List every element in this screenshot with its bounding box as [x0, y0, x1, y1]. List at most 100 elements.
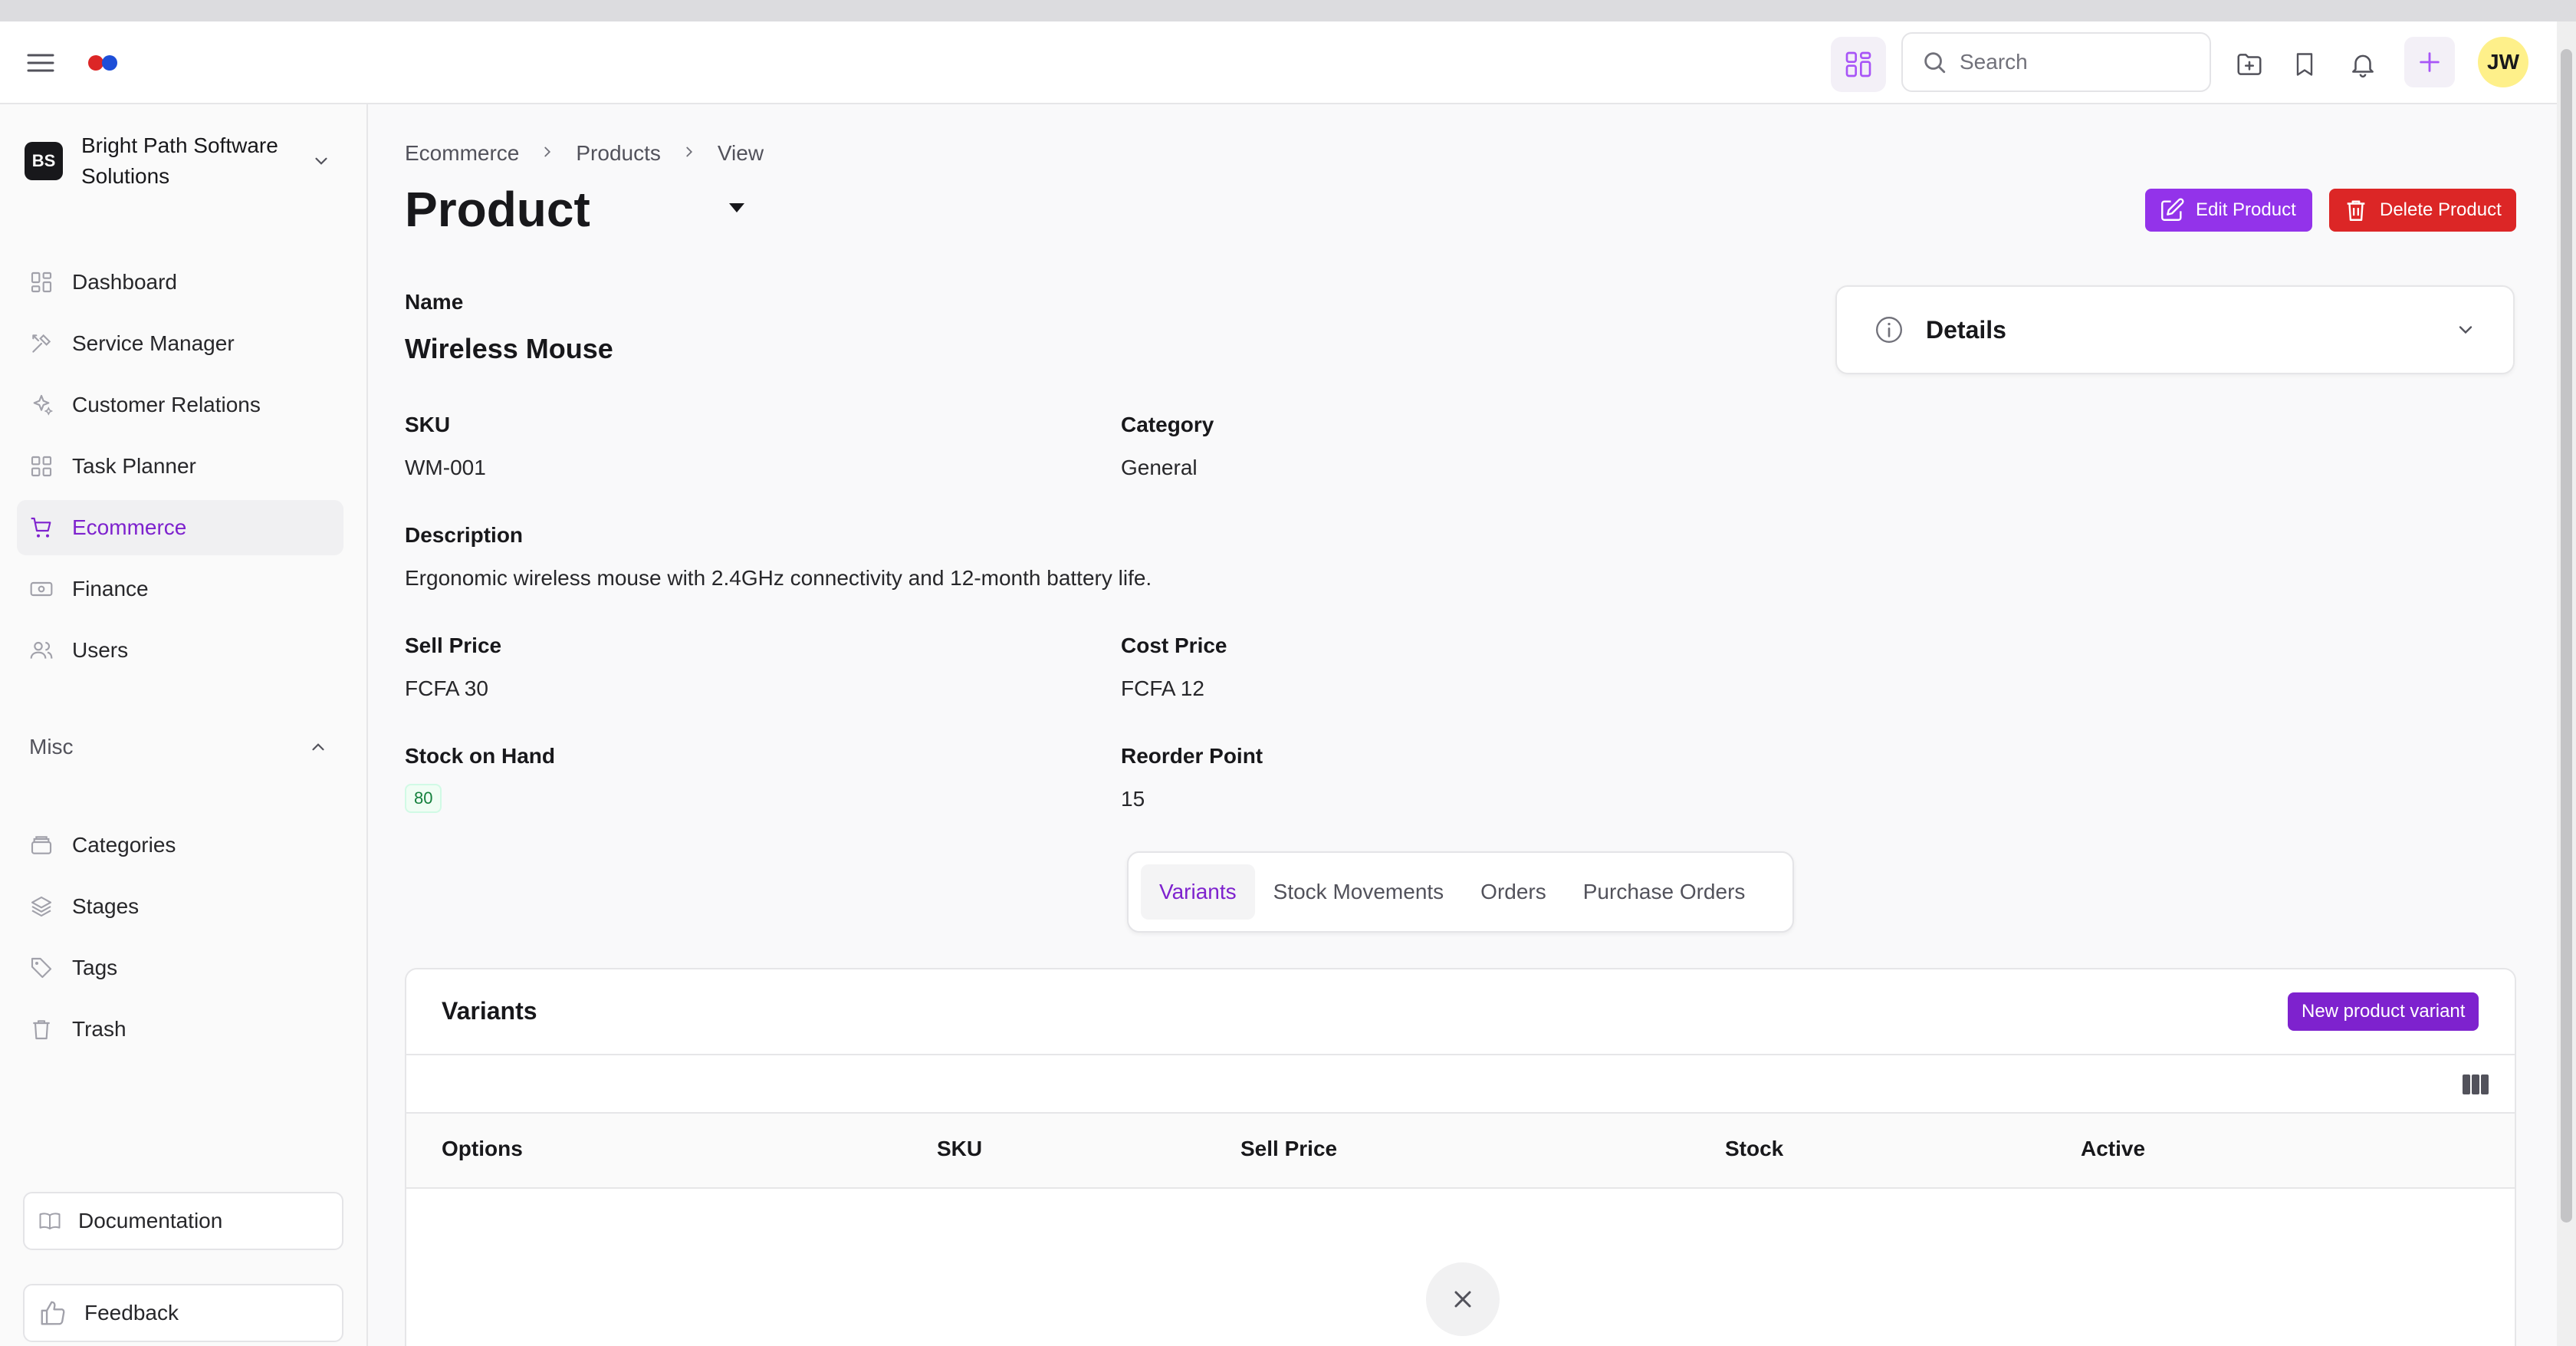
chevron-down-icon — [311, 151, 331, 171]
top-bar: Search JW — [0, 21, 2557, 104]
variants-panel-header: Variants New product variant — [406, 969, 2515, 1055]
sidebar-item-customer-relations[interactable]: Customer Relations — [17, 377, 343, 433]
product-tabs: Variants Stock Movements Orders Purchase… — [1127, 851, 1794, 933]
users-icon — [29, 638, 72, 663]
tab-purchase-orders[interactable]: Purchase Orders — [1565, 864, 1764, 920]
column-stock[interactable]: Stock — [1725, 1137, 1783, 1161]
sell-price-value: FCFA 30 — [405, 676, 488, 700]
category-label: Category — [1121, 413, 1214, 436]
info-icon — [1874, 314, 1904, 345]
sku-value: WM-001 — [405, 456, 486, 479]
misc-label: Misc — [29, 735, 74, 759]
sidebar-item-stages[interactable]: Stages — [17, 879, 343, 934]
sidebar-item-label: Service Manager — [72, 331, 235, 355]
sidebar-item-users[interactable]: Users — [17, 623, 343, 678]
breadcrumb-view: View — [717, 141, 764, 165]
sidebar-item-categories[interactable]: Categories — [17, 818, 343, 873]
variants-title: Variants — [442, 997, 537, 1025]
sidebar-item-trash[interactable]: Trash — [17, 1002, 343, 1057]
tools-icon — [29, 331, 72, 356]
search-placeholder: Search — [1960, 50, 2028, 74]
cost-price-value: FCFA 12 — [1121, 676, 1204, 700]
details-title: Details — [1926, 315, 2006, 344]
sidebar-item-service-manager[interactable]: Service Manager — [17, 316, 343, 371]
variants-table-header: Options SKU Sell Price Stock Active — [406, 1114, 2515, 1189]
column-sell-price[interactable]: Sell Price — [1240, 1137, 1337, 1161]
columns-icon[interactable] — [2461, 1072, 2490, 1097]
reorder-point-label: Reorder Point — [1121, 744, 1263, 768]
caret-down-icon[interactable] — [727, 201, 747, 219]
tag-icon — [29, 956, 72, 980]
sidebar-item-dashboard[interactable]: Dashboard — [17, 255, 343, 310]
search-input[interactable]: Search — [1901, 32, 2211, 92]
layers-icon — [29, 894, 72, 919]
search-icon — [1921, 49, 1947, 75]
tab-orders[interactable]: Orders — [1462, 864, 1565, 920]
category-value: General — [1121, 456, 1198, 479]
empty-state-close-icon — [1426, 1262, 1500, 1336]
edit-product-label: Edit Product — [2196, 199, 2296, 220]
main-content: Ecommerce Products View Product Edit Pro… — [370, 104, 2557, 1346]
delete-product-button[interactable]: Delete Product — [2329, 189, 2516, 232]
logo — [84, 49, 123, 77]
stock-on-hand-label: Stock on Hand — [405, 744, 556, 768]
misc-section-toggle[interactable]: Misc — [29, 735, 328, 759]
stock-badge: 80 — [405, 784, 442, 813]
chevron-right-icon — [681, 141, 698, 166]
documentation-label: Documentation — [78, 1209, 223, 1232]
plus-icon[interactable] — [2404, 37, 2455, 87]
breadcrumb-ecommerce[interactable]: Ecommerce — [405, 141, 519, 166]
avatar[interactable]: JW — [2478, 37, 2528, 87]
banknote-icon — [29, 577, 72, 601]
breadcrumb: Ecommerce Products View — [405, 141, 764, 166]
sku-label: SKU — [405, 413, 451, 436]
breadcrumb-products[interactable]: Products — [576, 141, 661, 166]
chevron-up-icon — [308, 737, 328, 757]
book-icon — [38, 1209, 78, 1232]
details-card[interactable]: Details — [1835, 285, 2515, 374]
description-value: Ergonomic wireless mouse with 2.4GHz con… — [405, 566, 1152, 590]
thumbs-up-icon — [38, 1298, 84, 1328]
description-label: Description — [405, 523, 524, 547]
edit-product-button[interactable]: Edit Product — [2145, 189, 2312, 232]
column-options[interactable]: Options — [442, 1137, 523, 1161]
archive-icon — [29, 833, 72, 857]
feedback-label: Feedback — [84, 1301, 179, 1325]
sidebar-item-label: Dashboard — [72, 270, 177, 294]
sidebar-item-label: Stages — [72, 894, 140, 918]
org-avatar: BS — [25, 142, 63, 180]
bell-icon[interactable] — [2344, 46, 2381, 83]
menu-icon[interactable] — [23, 49, 58, 77]
sidebar-item-label: Trash — [72, 1017, 127, 1041]
feedback-button[interactable]: Feedback — [23, 1284, 343, 1342]
apps-grid-icon[interactable] — [1831, 37, 1886, 92]
new-product-variant-button[interactable]: New product variant — [2288, 992, 2479, 1031]
reorder-point-value: 15 — [1121, 787, 1145, 811]
column-sku[interactable]: SKU — [937, 1137, 982, 1161]
documentation-button[interactable]: Documentation — [23, 1192, 343, 1250]
scrollbar-thumb[interactable] — [2561, 49, 2572, 1223]
trash-icon — [2343, 197, 2380, 223]
chevron-down-icon — [2455, 319, 2476, 341]
folder-add-icon[interactable] — [2231, 46, 2268, 83]
sidebar-item-finance[interactable]: Finance — [17, 561, 343, 617]
bookmark-icon[interactable] — [2286, 46, 2323, 83]
sidebar-item-label: Users — [72, 638, 129, 662]
sidebar: BS Bright Path Software Solutions Dashbo… — [0, 104, 368, 1346]
tab-variants[interactable]: Variants — [1141, 864, 1255, 920]
pencil-square-icon — [2159, 197, 2196, 223]
grid-icon — [29, 454, 72, 479]
variants-panel: Variants New product variant Options SKU… — [405, 968, 2516, 1346]
sell-price-label: Sell Price — [405, 634, 502, 657]
sidebar-item-label: Ecommerce — [72, 515, 187, 539]
sidebar-item-tags[interactable]: Tags — [17, 940, 343, 996]
variants-toolbar — [406, 1055, 2515, 1114]
sidebar-item-task-planner[interactable]: Task Planner — [17, 439, 343, 494]
sidebar-item-ecommerce[interactable]: Ecommerce — [17, 500, 343, 555]
page-scrollbar[interactable] — [2557, 21, 2576, 1346]
org-switcher[interactable]: BS Bright Path Software Solutions — [25, 132, 342, 190]
sidebar-item-label: Tags — [72, 956, 118, 979]
tab-stock-movements[interactable]: Stock Movements — [1255, 864, 1463, 920]
column-active[interactable]: Active — [2081, 1137, 2145, 1161]
page-title: Product — [405, 182, 590, 237]
